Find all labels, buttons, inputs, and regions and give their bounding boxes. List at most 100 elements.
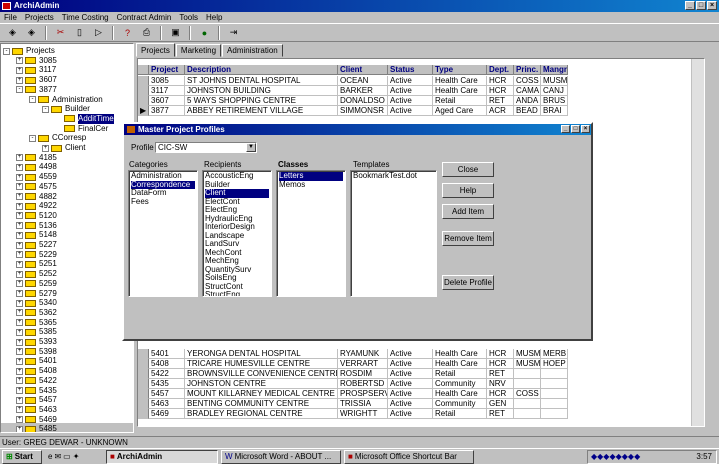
row-indicator[interactable]	[138, 86, 149, 96]
tree-item[interactable]: +5279	[16, 289, 57, 299]
expand-icon[interactable]: +	[16, 173, 23, 181]
collapse-icon[interactable]: -	[16, 86, 23, 94]
expand-icon[interactable]: +	[16, 290, 23, 297]
expand-icon[interactable]: +	[42, 144, 49, 152]
close-dialog-button[interactable]: Close	[442, 162, 494, 177]
outlook-icon[interactable]: ✉	[54, 451, 61, 463]
row-indicator[interactable]	[138, 349, 149, 359]
table-row[interactable]: 5463 BENTING COMMUNITY CENTRE TRISSIA Activ…	[138, 399, 568, 409]
channels-icon[interactable]: ✦	[73, 451, 80, 463]
table-row[interactable]: 5422 BROWNSVILLE CONVENIENCE CENTRE ROSDIM…	[138, 369, 568, 379]
tree-item[interactable]: +5227	[16, 240, 57, 250]
row-indicator[interactable]	[138, 359, 149, 369]
tree-item[interactable]: +5422	[16, 376, 57, 386]
dialog-minimize-button[interactable]: _	[561, 125, 570, 133]
new-document-icon[interactable]: ▯	[71, 25, 88, 40]
expand-icon[interactable]: +	[16, 270, 23, 278]
task-office-shortcut-bar[interactable]: ■ Microsoft Office Shortcut Bar	[344, 449, 474, 464]
minimize-button[interactable]: _	[685, 1, 695, 10]
tree-item[interactable]: +5229	[16, 250, 57, 260]
categories-list[interactable]: Administration Correspondence DataForm Fees	[128, 170, 198, 297]
expand-icon[interactable]: +	[16, 357, 23, 365]
exit-icon[interactable]: ⇥	[225, 25, 242, 40]
globe-icon[interactable]: ●	[196, 25, 213, 40]
expand-icon[interactable]: +	[16, 425, 23, 432]
expand-icon[interactable]: +	[16, 183, 23, 191]
tree-item[interactable]: - Projects	[3, 46, 55, 56]
table-row[interactable]: 5408 TRICARE HUMESVILLE CENTRE VERRART Acti…	[138, 359, 568, 369]
tree-item[interactable]: - Administration	[29, 95, 103, 105]
ie-icon[interactable]: e	[48, 451, 52, 463]
expand-icon[interactable]: +	[16, 212, 23, 220]
row-indicator[interactable]	[138, 65, 149, 75]
tree-item[interactable]: +5435	[16, 386, 57, 396]
expand-icon[interactable]: +	[16, 338, 23, 346]
cut-icon[interactable]: ✂	[52, 25, 69, 40]
expand-icon[interactable]: +	[16, 193, 23, 200]
row-indicator[interactable]	[138, 76, 149, 86]
column-header[interactable]: Princ.	[514, 65, 541, 75]
tree-item[interactable]: +5362	[16, 308, 57, 318]
collapse-icon[interactable]: -	[29, 134, 36, 142]
task-archiadmin[interactable]: ■ ArchiAdmin	[106, 449, 218, 464]
table-row[interactable]: 5435 JOHNSTON CENTRE ROBERTSD Active Communi…	[138, 379, 568, 389]
tree-item[interactable]: +5252	[16, 269, 57, 279]
menu-help[interactable]: Help	[202, 12, 226, 23]
preview-icon[interactable]: ▣	[167, 25, 184, 40]
expand-icon[interactable]: +	[16, 251, 23, 259]
table-row[interactable]: 3085 ST JOHNS DENTAL HOSPITAL OCEAN Active H…	[138, 76, 568, 86]
recipients-list[interactable]: AccousticEng Builder Client ElectCont ElectE…	[202, 170, 272, 297]
menu-time-costing[interactable]: Time Costing	[58, 12, 113, 23]
classes-list[interactable]: Letters Memos	[276, 170, 346, 297]
row-indicator[interactable]	[138, 369, 149, 379]
column-header[interactable]: Project	[149, 65, 185, 75]
menu-tools[interactable]: Tools	[175, 12, 202, 23]
tab-marketing[interactable]: Marketing	[175, 44, 222, 57]
templates-list[interactable]: BookmarkTest.dot	[350, 170, 437, 297]
delete-profile-button[interactable]: Delete Profile	[442, 275, 494, 290]
list-item[interactable]: BookmarkTest.dot	[353, 171, 434, 181]
list-item[interactable]: StructEng	[205, 290, 269, 296]
tab-administration[interactable]: Administration	[222, 44, 283, 57]
grid-vertical-scrollbar[interactable]	[691, 59, 704, 426]
profile-select[interactable]: CIC-SW ▼	[155, 142, 257, 153]
desktop-icon[interactable]: ▭	[63, 451, 71, 463]
tree-item[interactable]: AdditTime	[55, 113, 114, 124]
print-icon[interactable]: ⎙	[138, 25, 155, 40]
table-row[interactable]: 5401 YERONGA DENTAL HOSPITAL RYAMUNK Active…	[138, 349, 568, 359]
tree-item[interactable]: +5408	[16, 366, 57, 376]
row-indicator[interactable]	[138, 389, 149, 399]
tree-item[interactable]: + Client	[42, 143, 85, 153]
expand-icon[interactable]: +	[16, 416, 23, 424]
expand-icon[interactable]: +	[16, 260, 23, 268]
column-header[interactable]: Dept.	[487, 65, 514, 75]
back-icon[interactable]: ◈	[4, 25, 21, 40]
row-indicator[interactable]	[138, 409, 149, 419]
tree-item[interactable]: +5385	[16, 327, 57, 337]
tree-item[interactable]: +5485	[16, 424, 57, 432]
dialog-close-button[interactable]: ×	[581, 125, 590, 133]
tree-item[interactable]: +5457	[16, 395, 57, 405]
column-header[interactable]: Mangr	[541, 65, 568, 75]
menu-file[interactable]: File	[0, 12, 21, 23]
tree-item[interactable]: +4185	[16, 153, 57, 163]
expand-icon[interactable]: +	[16, 154, 23, 162]
row-indicator[interactable]	[138, 399, 149, 409]
row-indicator[interactable]: ▶	[138, 106, 149, 116]
table-row[interactable]: 5469 BRADLEY REGIONAL CENTRE WRIGHTT Active…	[138, 409, 568, 419]
expand-icon[interactable]: +	[16, 163, 23, 171]
expand-icon[interactable]: +	[16, 231, 23, 239]
list-item[interactable]: Fees	[131, 197, 195, 207]
dialog-maximize-button[interactable]: □	[571, 125, 580, 133]
tree-item[interactable]: +4559	[16, 172, 57, 182]
expand-icon[interactable]: +	[16, 309, 23, 317]
tree-item[interactable]: +5136	[16, 221, 57, 231]
expand-icon[interactable]: +	[16, 319, 23, 327]
tree-item[interactable]: +5469	[16, 415, 57, 425]
tree-item[interactable]: - Builder	[42, 104, 90, 114]
expand-icon[interactable]: +	[16, 241, 23, 249]
expand-icon[interactable]: +	[16, 202, 23, 210]
tree-item[interactable]: +5463	[16, 405, 57, 415]
tab-projects[interactable]: Projects	[136, 43, 175, 57]
menu-contract-admin[interactable]: Contract Admin	[113, 12, 176, 23]
